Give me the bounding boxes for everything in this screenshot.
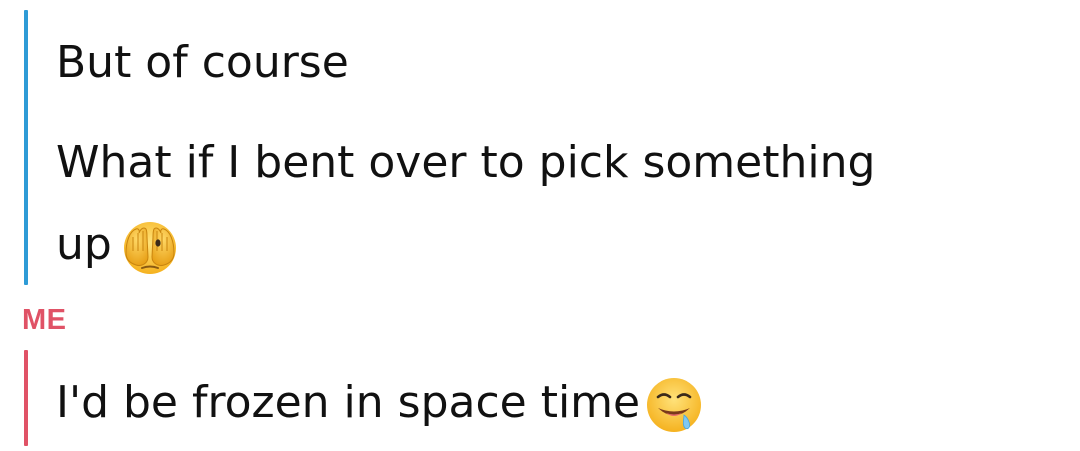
message-group-them: But of course What if I bent over to pic…	[24, 10, 1064, 285]
message-text: But of course	[56, 37, 349, 88]
chat-thread: But of course What if I bent over to pic…	[0, 0, 1080, 451]
message-text: up	[56, 219, 112, 270]
peeking-face-icon	[120, 217, 180, 277]
message-text-with-emoji: up	[56, 216, 180, 277]
message-text-with-emoji: I'd be frozen in space time	[56, 374, 704, 435]
message-text: What if I bent over to pick something	[56, 137, 876, 188]
sender-label-me: ME	[22, 304, 67, 336]
message-group-me: I'd be frozen in space time	[24, 350, 1064, 446]
sender-color-bar-them	[24, 10, 28, 285]
sender-color-bar-me	[24, 350, 28, 446]
message-text: I'd be frozen in space time	[56, 377, 641, 428]
drooling-face-icon	[644, 375, 704, 435]
